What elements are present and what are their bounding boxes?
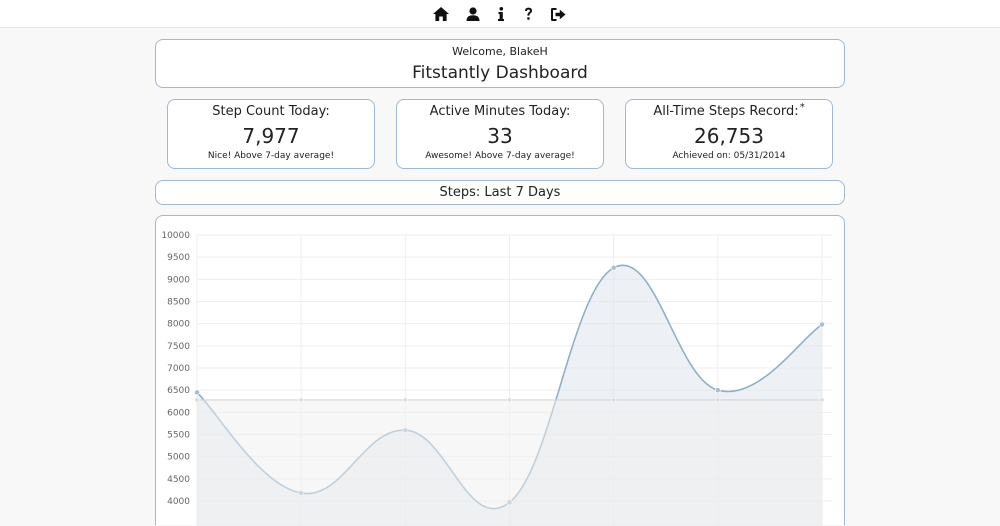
chart-panel: 10000 9500 9000 8500 8000 7500 7000 6500 6000 550… <box>155 215 845 526</box>
y-tick-label: 4500 <box>167 475 190 485</box>
step-count-card: Step Count Today: 7,977 Nice! Above 7-da… <box>167 99 375 169</box>
y-tick-label: 7000 <box>167 364 190 374</box>
home-icon[interactable] <box>431 5 451 23</box>
card-note: Achieved on: 05/31/2014 <box>672 151 786 161</box>
welcome-panel: Welcome, BlakeH Fitstantly Dashboard <box>155 39 845 88</box>
card-note: Nice! Above 7-day average! <box>207 151 335 161</box>
steps-record-card: All-Time Steps Record:* 26,753 Achieved … <box>625 99 833 169</box>
card-value: 7,977 <box>242 124 300 148</box>
info-icon[interactable] <box>491 5 511 23</box>
series-1-point <box>610 264 617 271</box>
welcome-text: Welcome, BlakeH <box>452 45 548 58</box>
card-value: 26,753 <box>694 124 764 148</box>
series-1-point <box>714 387 721 394</box>
series-2-area <box>197 399 822 526</box>
series-2-point <box>194 397 200 403</box>
y-tick-label: 9000 <box>167 275 190 285</box>
series-2-point <box>402 397 408 403</box>
chart-title: Steps: Last 7 Days <box>439 185 561 200</box>
steps-line-chart: 10000 9500 9000 8500 8000 7500 7000 6500 6000 550… <box>161 231 832 526</box>
series-2-point <box>506 397 512 403</box>
help-icon[interactable] <box>518 5 538 23</box>
card-label-text: All-Time Steps Record: <box>653 104 799 119</box>
series-1-point <box>819 321 825 328</box>
series-2-point <box>611 397 617 403</box>
card-note: Awesome! Above 7-day average! <box>425 151 575 161</box>
page-title: Fitstantly Dashboard <box>412 63 588 83</box>
card-label: Active Minutes Today: <box>429 104 571 119</box>
y-tick-label: 4000 <box>167 497 190 507</box>
card-value: 33 <box>487 124 513 148</box>
series-2-point <box>819 397 825 403</box>
y-tick-label: 8500 <box>167 298 190 308</box>
active-minutes-card: Active Minutes Today: 33 Awesome! Above … <box>396 99 604 169</box>
y-tick-label: 6500 <box>167 386 190 396</box>
y-tick-label: 6000 <box>167 408 190 418</box>
y-tick-label: 7500 <box>167 342 190 352</box>
chart-title-panel: Steps: Last 7 Days <box>155 180 845 205</box>
user-icon[interactable] <box>463 5 483 23</box>
footnote-marker[interactable]: * <box>800 102 805 113</box>
sign-out-icon[interactable] <box>548 5 568 23</box>
y-tick-label: 8000 <box>167 320 190 330</box>
y-tick-label: 5500 <box>167 431 190 441</box>
y-tick-label: 10000 <box>161 231 190 241</box>
card-label: All-Time Steps Record:* <box>626 102 832 119</box>
y-tick-label: 5000 <box>167 453 190 463</box>
top-nav-bar <box>0 0 1000 28</box>
series-1-point <box>194 389 200 396</box>
series-2-point <box>715 397 721 403</box>
y-tick-label: 9500 <box>167 253 190 263</box>
card-label: Step Count Today: <box>212 104 330 119</box>
series-2-point <box>298 397 304 403</box>
